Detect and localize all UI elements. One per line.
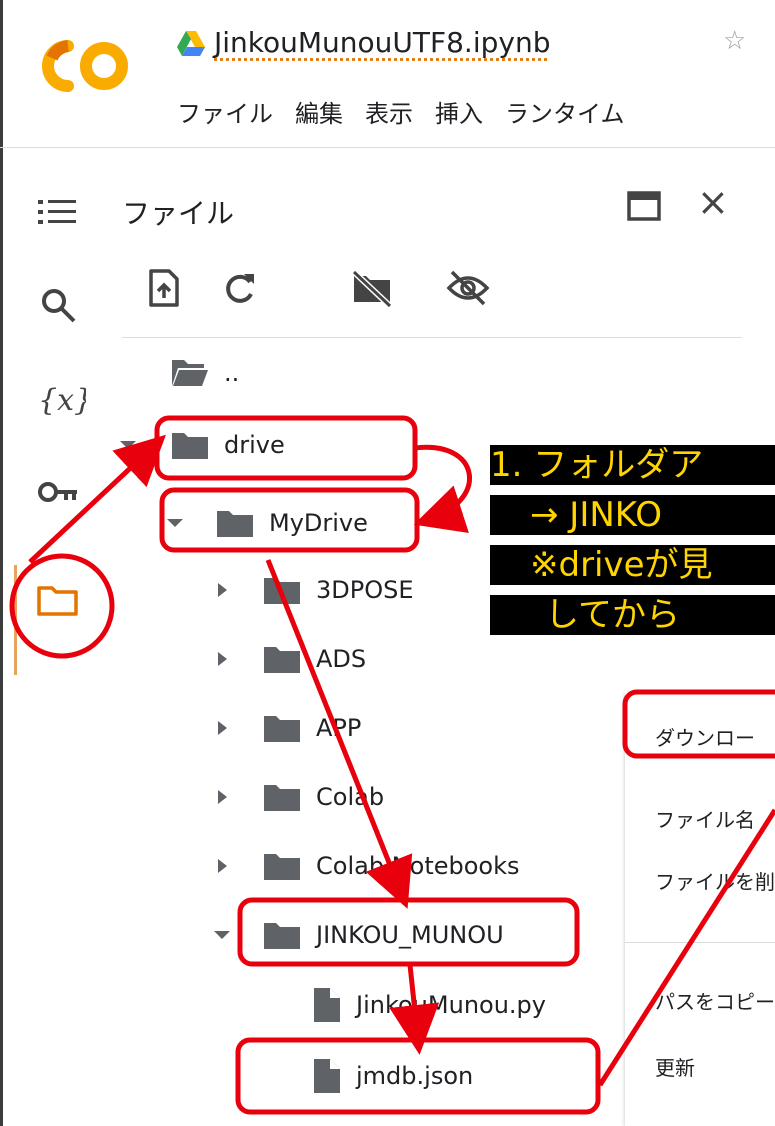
tree-item-label: MyDrive <box>269 509 368 537</box>
collapsed-arrow-icon[interactable] <box>214 580 230 600</box>
hidden-eye-icon[interactable] <box>446 268 490 308</box>
toc-icon[interactable] <box>36 190 80 234</box>
folder-icon <box>264 647 300 673</box>
folder-open-icon <box>172 360 208 386</box>
colab-logo-icon[interactable] <box>38 36 132 96</box>
tree-item-mydrive[interactable]: MyDrive <box>165 498 368 548</box>
tree-item-folder[interactable]: Colab <box>214 772 384 822</box>
collapsed-arrow-icon[interactable] <box>214 718 230 738</box>
tree-item-drive[interactable]: drive <box>118 420 285 470</box>
tree-parent-folder[interactable]: .. <box>170 348 239 398</box>
menu-insert[interactable]: 挿入 <box>435 94 483 134</box>
key-icon[interactable] <box>36 470 80 514</box>
file-icon <box>314 988 340 1022</box>
collapsed-arrow-icon[interactable] <box>214 649 230 669</box>
expanded-arrow-icon[interactable] <box>212 925 232 945</box>
tree-item-file[interactable]: jmdb.json <box>312 1051 473 1101</box>
files-panel-title: ファイル <box>122 197 235 230</box>
tree-item-label: APP <box>316 714 362 742</box>
menu-bar: ファイル 編集 表示 挿入 ランタイム <box>177 94 625 134</box>
variables-icon[interactable]: {x} <box>36 378 86 422</box>
tree-item-label: Colab Notebooks <box>316 852 520 880</box>
menu-item-rename[interactable]: ファイル名 <box>655 804 755 833</box>
annotation-line-1: 1. フォルダア <box>490 445 775 485</box>
folder-icon[interactable] <box>36 578 80 622</box>
window-left-border <box>0 0 3 1126</box>
folder-icon <box>264 578 300 604</box>
tree-item-label: JinkouMunou.py <box>356 991 546 1019</box>
folder-icon <box>264 923 300 949</box>
toolbar-divider <box>122 337 742 338</box>
refresh-icon[interactable] <box>220 268 258 308</box>
collapsed-arrow-icon[interactable] <box>214 856 230 876</box>
notebook-title[interactable]: JinkouMunouUTF8.ipynb <box>214 26 550 59</box>
arrow-to-mydrive <box>413 444 472 534</box>
expanded-arrow-icon[interactable] <box>165 513 185 533</box>
tree-item-file[interactable]: JinkouMunou.py <box>312 980 546 1030</box>
tree-item-folder[interactable]: Colab Notebooks <box>214 841 520 891</box>
folder-icon <box>264 785 300 811</box>
folder-icon <box>264 854 300 880</box>
menu-item-refresh[interactable]: 更新 <box>655 1052 695 1081</box>
tree-item-label: Colab <box>316 783 385 811</box>
close-icon[interactable]: × <box>697 183 729 221</box>
menu-view[interactable]: 表示 <box>365 94 413 134</box>
tree-item-label: 3DPOSE <box>316 576 414 604</box>
tree-item-label: jmdb.json <box>356 1062 474 1090</box>
menu-edit[interactable]: 編集 <box>295 94 343 134</box>
annotation-line-4: してから <box>490 595 775 635</box>
window-icon[interactable] <box>627 191 661 221</box>
search-icon[interactable] <box>36 283 80 327</box>
active-rail-indicator <box>14 565 17 675</box>
menu-divider <box>625 942 775 943</box>
annotation-line-2: → JINKO <box>490 495 775 535</box>
annotation-line-3: ※driveが見 <box>490 545 775 585</box>
context-menu: ダウンロー ファイル名 ファイルを削 パスをコピー 更新 <box>625 692 775 1126</box>
tree-item-label: drive <box>224 431 285 459</box>
file-icon <box>314 1059 340 1093</box>
header-divider <box>0 147 775 148</box>
svg-text:{x}: {x} <box>38 383 86 418</box>
menu-item-delete[interactable]: ファイルを削 <box>655 866 775 895</box>
folder-icon <box>172 433 208 459</box>
menu-file[interactable]: ファイル <box>177 94 273 134</box>
folder-icon <box>264 716 300 742</box>
tree-item-folder[interactable]: 3DPOSE <box>214 565 414 615</box>
tree-item-folder[interactable]: ADS <box>214 634 366 684</box>
drive-icon <box>177 31 205 56</box>
upload-file-icon[interactable] <box>145 268 183 308</box>
folder-icon <box>217 511 253 537</box>
menu-runtime[interactable]: ランタイム <box>505 94 625 134</box>
tree-item-label: JINKOU_MUNOU <box>316 921 504 949</box>
menu-item-copy-path[interactable]: パスをコピー <box>655 986 775 1015</box>
star-icon[interactable]: ☆ <box>723 26 746 56</box>
tree-item-label: .. <box>224 359 240 387</box>
tree-item-jinkou-munou[interactable]: JINKOU_MUNOU <box>212 910 504 960</box>
tree-item-label: ADS <box>316 645 367 673</box>
menu-item-download[interactable]: ダウンロー <box>655 722 755 751</box>
tree-item-folder[interactable]: APP <box>214 703 361 753</box>
expanded-arrow-icon[interactable] <box>118 435 138 455</box>
drive-off-icon[interactable] <box>350 268 394 308</box>
collapsed-arrow-icon[interactable] <box>214 787 230 807</box>
